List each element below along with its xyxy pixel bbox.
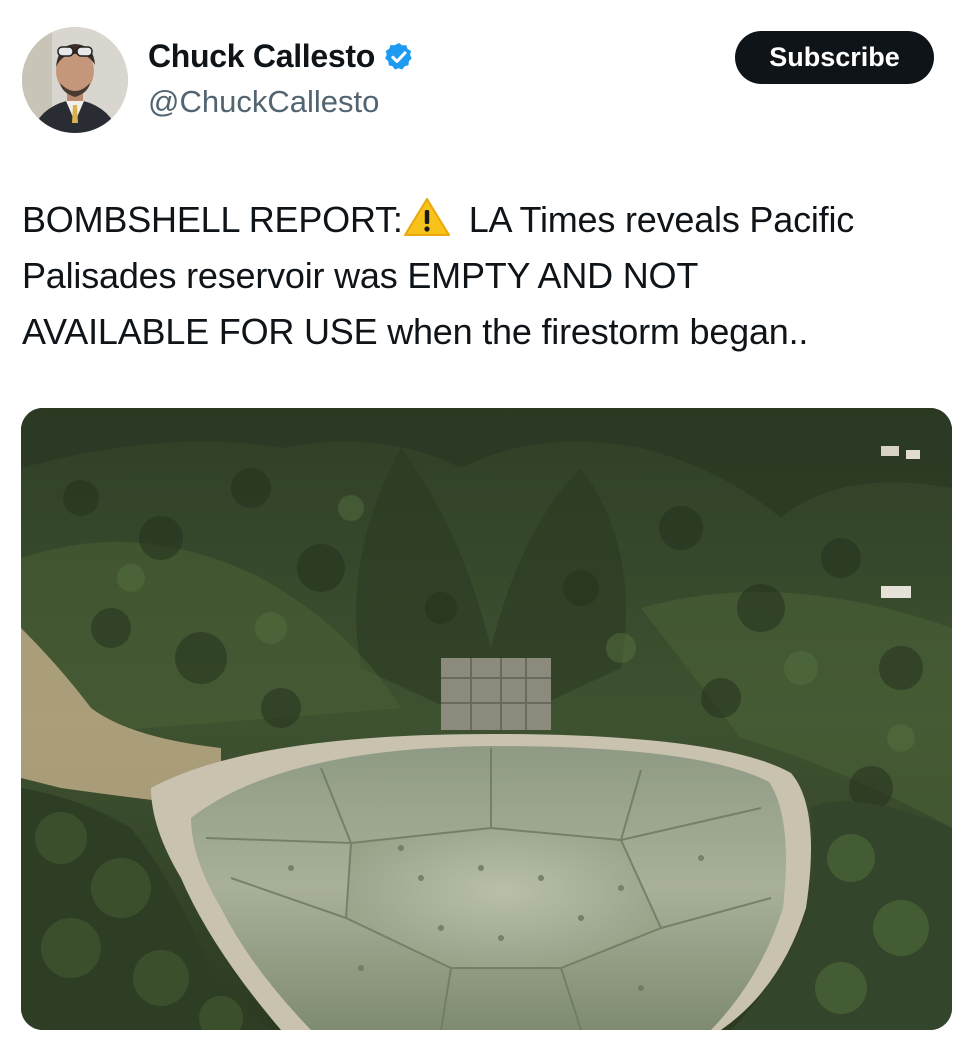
tweet-line-1: BOMBSHELL REPORT: LA Times reveals Pacif… [22, 192, 957, 248]
tweet-line-2: Palisades reservoir was EMPTY AND NOT [22, 255, 699, 296]
author-display-name[interactable]: Chuck Callesto [148, 38, 375, 75]
tweet-text: BOMBSHELL REPORT: LA Times reveals Pacif… [22, 192, 957, 360]
author-handle[interactable]: @ChuckCallesto [148, 84, 379, 120]
profile-photo [22, 27, 128, 133]
author-avatar[interactable] [22, 27, 128, 133]
tweet-media-photo[interactable] [21, 408, 952, 1030]
aerial-reservoir-photo [21, 408, 952, 1030]
tweet-line-3: AVAILABLE FOR USE when the firestorm beg… [22, 311, 809, 352]
subscribe-button[interactable]: Subscribe [735, 31, 934, 84]
verified-badge-icon [385, 42, 412, 70]
tweet-line-1-start: BOMBSHELL REPORT: [22, 199, 403, 240]
tweet-line-1-end: LA Times reveals Pacific [468, 199, 855, 240]
warning-sign-icon [403, 198, 450, 236]
author-name-row: Chuck Callesto [148, 38, 415, 75]
